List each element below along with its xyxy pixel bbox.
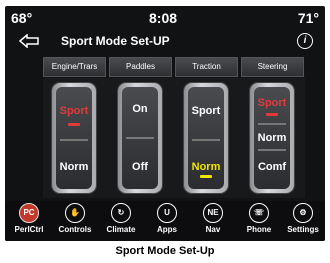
head-unit-screen: 68° 8:08 71° Sport Mode Set-UP i Engine/… <box>5 6 325 241</box>
climate-icon: ↻ <box>111 203 131 223</box>
nav-label: Settings <box>287 225 319 234</box>
figure-caption: Sport Mode Set-Up <box>115 245 215 257</box>
nav-apps[interactable]: U Apps <box>145 203 189 241</box>
nav-nav[interactable]: NE Nav <box>191 203 235 241</box>
settings-icon: ⚙ <box>293 203 313 223</box>
nav-label: Nav <box>205 225 221 234</box>
page-title: Sport Mode Set-UP <box>61 34 170 48</box>
active-indicator <box>68 123 80 126</box>
active-indicator <box>200 175 212 178</box>
rocker-paddles[interactable]: On Off <box>118 83 162 193</box>
rocker-engine-top-label: Sport <box>59 105 89 117</box>
nav-phone[interactable]: ☏ Phone <box>237 203 281 241</box>
clock: 8:08 <box>149 10 178 26</box>
nav-icon: NE <box>203 203 223 223</box>
tab-traction[interactable]: Traction <box>175 57 238 77</box>
rocker-engine-trans[interactable]: Sport Norm <box>52 83 96 193</box>
nav-settings[interactable]: ⚙ Settings <box>281 203 325 241</box>
nav-climate[interactable]: ↻ Climate <box>99 203 143 241</box>
left-temperature: 68° <box>11 10 33 26</box>
bottom-nav-bar: PC PerlCtrl ✋ Controls ↻ Climate U Apps … <box>5 201 325 241</box>
back-arrow-icon[interactable] <box>19 34 39 48</box>
perfctrl-icon: PC <box>19 203 39 223</box>
rocker-paddles-bottom-label: Off <box>132 161 148 173</box>
rocker-steering-top-label: Sport <box>257 97 287 109</box>
phone-icon: ☏ <box>249 203 269 223</box>
rocker-steering-bottom-label: Comf <box>257 161 287 173</box>
category-tabs: Engine/Trars Paddles Traction Steering <box>43 57 305 77</box>
apps-icon: U <box>157 203 177 223</box>
title-bar: Sport Mode Set-UP i <box>9 30 321 52</box>
tab-engine-trans[interactable]: Engine/Trars <box>43 57 106 77</box>
nav-perfctrl[interactable]: PC PerlCtrl <box>7 203 51 241</box>
rocker-engine-bottom-label: Norm <box>59 161 89 173</box>
right-temperature: 71° <box>297 10 319 26</box>
tab-steering[interactable]: Steering <box>241 57 304 77</box>
nav-label: PerlCtrl <box>14 225 44 234</box>
active-indicator <box>266 113 278 116</box>
rocker-steering-middle-label: Norm <box>257 132 287 144</box>
nav-label: Climate <box>106 225 136 234</box>
nav-label: Phone <box>246 225 272 234</box>
rocker-steering[interactable]: Sport Norm Comf <box>250 83 294 193</box>
tab-paddles[interactable]: Paddles <box>109 57 172 77</box>
nav-label: Apps <box>157 225 177 234</box>
nav-controls[interactable]: ✋ Controls <box>53 203 97 241</box>
rocker-traction-bottom-label: Norm <box>191 161 221 173</box>
controls-icon: ✋ <box>65 203 85 223</box>
rocker-paddles-top-label: On <box>132 103 148 115</box>
info-icon[interactable]: i <box>297 33 313 49</box>
rocker-traction-top-label: Sport <box>191 105 221 117</box>
rocker-panel: Sport Norm On Off Sport Norm Sport Norm … <box>43 78 305 198</box>
nav-label: Controls <box>58 225 92 234</box>
rocker-traction[interactable]: Sport Norm <box>184 83 228 193</box>
status-bar: 68° 8:08 71° <box>5 6 325 30</box>
